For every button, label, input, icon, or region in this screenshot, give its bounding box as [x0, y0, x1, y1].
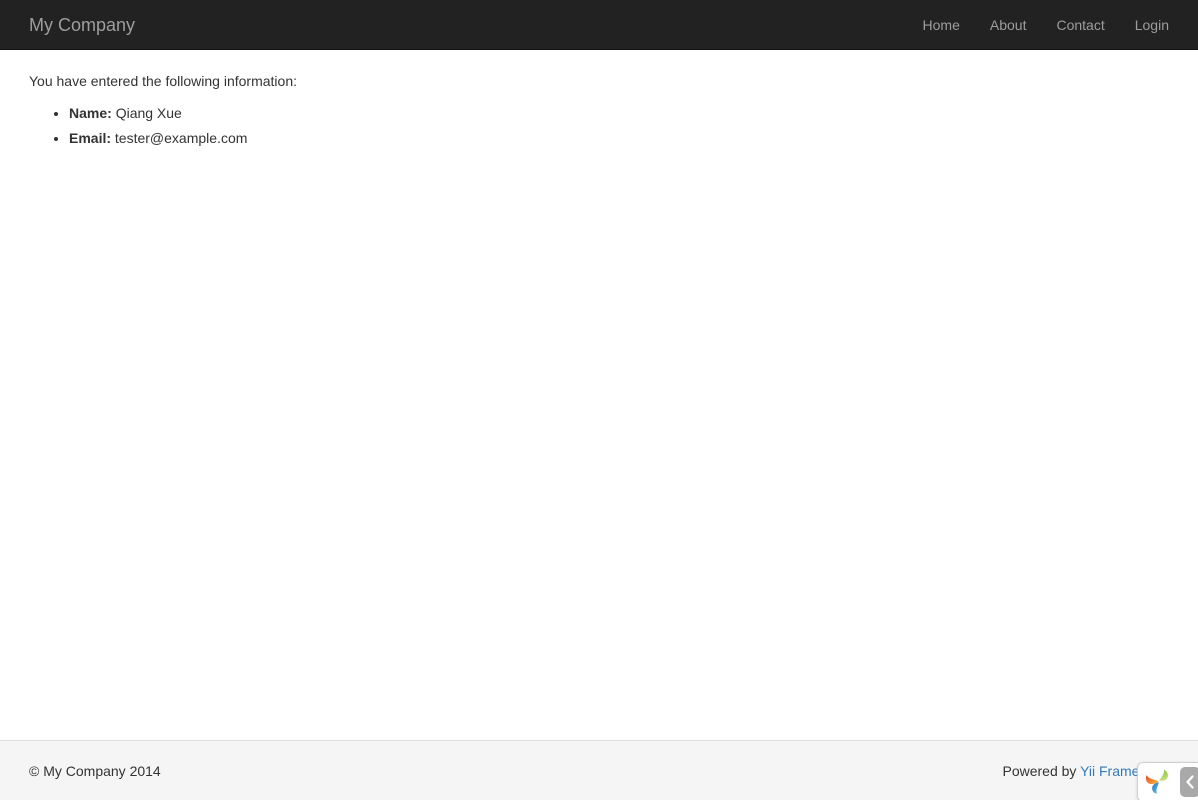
field-value-name: Qiang Xue	[116, 105, 182, 121]
list-item: Email: tester@example.com	[69, 126, 1169, 151]
entry-confirm-section: You have entered the following informati…	[29, 51, 1169, 151]
top-navbar: My Company Home About Contact Login	[0, 0, 1198, 50]
entered-information-list: Name: Qiang Xue Email: tester@example.co…	[29, 101, 1169, 151]
nav-link-about[interactable]: About	[975, 0, 1042, 50]
navbar-nav: Home About Contact Login	[908, 0, 1184, 50]
nav-item-home[interactable]: Home	[908, 0, 975, 50]
powered-by-text: Powered by	[1002, 763, 1080, 779]
main-container: You have entered the following informati…	[0, 51, 1198, 161]
intro-text: You have entered the following informati…	[29, 51, 1169, 91]
chevron-left-icon[interactable]	[1180, 767, 1198, 797]
navbar-brand[interactable]: My Company	[0, 0, 150, 50]
yii-logo-icon	[1144, 767, 1174, 797]
field-label-name: Name:	[69, 105, 112, 121]
nav-item-login[interactable]: Login	[1120, 0, 1184, 50]
nav-link-contact[interactable]: Contact	[1041, 0, 1119, 50]
list-item: Name: Qiang Xue	[69, 101, 1169, 126]
field-value-email: tester@example.com	[115, 130, 247, 146]
field-label-email: Email:	[69, 130, 111, 146]
footer-inner: © My Company 2014 Powered by Yii Framewo…	[0, 741, 1198, 800]
nav-item-contact[interactable]: Contact	[1041, 0, 1119, 50]
nav-link-login[interactable]: Login	[1120, 0, 1184, 50]
footer-copyright: © My Company 2014	[29, 761, 161, 781]
nav-item-about[interactable]: About	[975, 0, 1042, 50]
page-footer: © My Company 2014 Powered by Yii Framewo…	[0, 740, 1198, 800]
yii-debug-toolbar[interactable]	[1137, 762, 1198, 800]
nav-link-home[interactable]: Home	[908, 0, 975, 50]
